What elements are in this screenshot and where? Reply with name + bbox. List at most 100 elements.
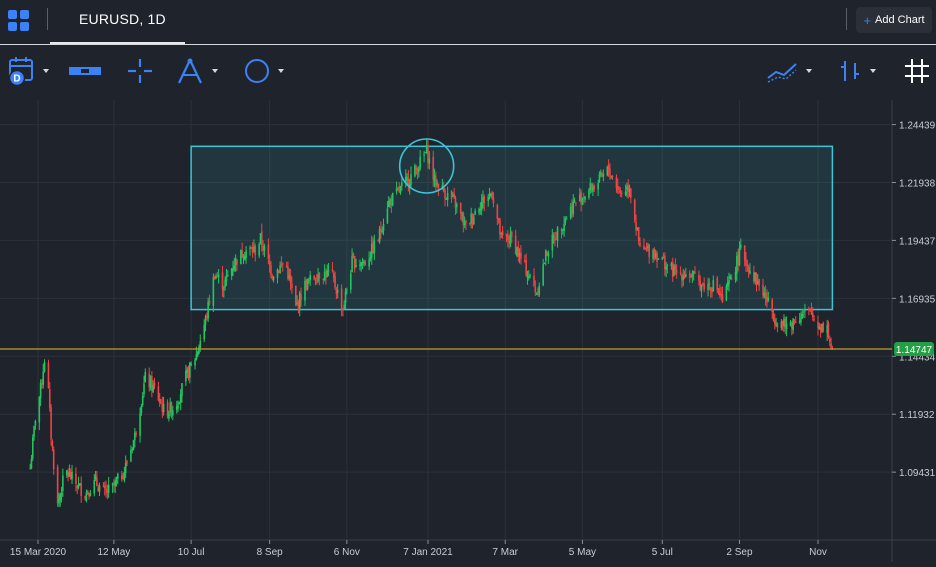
candle-body <box>198 347 200 354</box>
candle-body <box>435 176 437 187</box>
candle-body <box>774 319 776 325</box>
candle-body <box>313 276 315 280</box>
candle-body <box>793 320 796 322</box>
candle-body <box>98 485 101 492</box>
layout-grid-icon[interactable] <box>8 10 30 32</box>
candle-body <box>369 257 372 260</box>
candle-body <box>453 193 455 198</box>
candle-body <box>318 272 321 279</box>
candle-body <box>139 413 141 436</box>
divider <box>846 8 847 30</box>
candle-body <box>535 293 538 295</box>
bar-type-tool[interactable] <box>840 53 876 89</box>
candle-body <box>233 265 236 270</box>
calendar-icon: D <box>8 57 33 86</box>
candle-body <box>30 459 33 469</box>
candle-body <box>158 398 161 403</box>
candle-body <box>160 402 162 404</box>
time-tick-label: 2 Sep <box>726 547 753 558</box>
crosshair-tool[interactable] <box>127 53 153 89</box>
candle-body <box>260 231 263 246</box>
price-chart[interactable]: 1.24439 1.21938 1.19437 1.16935 1.14434 1.119… <box>0 100 936 562</box>
candle-body <box>207 301 209 319</box>
candle-body <box>221 272 224 290</box>
candle-body <box>355 264 357 267</box>
candle-body <box>75 473 77 484</box>
candle-body <box>190 363 192 366</box>
calendar-tool[interactable]: D <box>7 53 49 89</box>
grid-toggle-tool[interactable] <box>904 53 930 89</box>
candle-body <box>804 310 806 312</box>
candle-body <box>544 250 547 261</box>
candle-body <box>639 243 641 247</box>
candle-body <box>89 493 92 497</box>
candle-body <box>250 246 253 249</box>
candle-body <box>679 272 682 274</box>
candle-body <box>47 362 50 388</box>
candle-body <box>633 199 636 221</box>
chevron-down-icon[interactable] <box>278 69 284 73</box>
candle-body <box>177 404 179 409</box>
candle-body <box>657 258 660 260</box>
candle-body <box>351 255 353 273</box>
candle-body <box>382 223 385 232</box>
candle-body <box>822 322 825 331</box>
candle-body <box>309 275 312 280</box>
add-chart-button[interactable]: + Add Chart <box>856 7 932 33</box>
candle-body <box>665 266 667 270</box>
candle-body <box>56 467 59 504</box>
candle-body <box>533 275 535 286</box>
chevron-down-icon[interactable] <box>212 69 218 73</box>
candle-body <box>401 182 403 186</box>
candle-body <box>123 472 126 481</box>
candle-body <box>581 197 584 202</box>
candle-body <box>538 285 541 295</box>
candle-body <box>675 270 678 274</box>
candle-body <box>140 406 143 414</box>
indicators-tool[interactable] <box>766 53 812 89</box>
candle-body <box>446 193 449 200</box>
candle-body <box>105 488 107 491</box>
candle-body <box>776 323 779 328</box>
candle-body <box>428 158 431 164</box>
candle-body <box>281 263 284 265</box>
candle-body <box>50 407 52 440</box>
candle-body <box>801 313 804 319</box>
candle-body <box>602 173 605 177</box>
candle-body <box>300 294 302 301</box>
measure-tool[interactable] <box>68 53 102 89</box>
candle-body <box>85 492 88 501</box>
chevron-down-icon[interactable] <box>870 69 876 73</box>
candle-body <box>107 484 110 493</box>
candlestick-chart[interactable]: 1.244391.219381.194371.169351.144341.119… <box>0 100 936 562</box>
chevron-down-icon[interactable] <box>806 69 812 73</box>
candle-body <box>573 200 576 203</box>
candle-body <box>124 462 127 473</box>
candle-body <box>386 208 389 224</box>
candle-body <box>496 205 499 219</box>
candle-body <box>565 218 568 220</box>
candle-body <box>51 441 54 448</box>
candle-body <box>708 282 711 286</box>
fibonacci-tool[interactable] <box>176 53 218 89</box>
candle-body <box>126 461 128 464</box>
candle-body <box>327 270 330 272</box>
candle-body <box>33 426 35 437</box>
top-bar: EURUSD, 1D + Add Chart <box>0 0 936 44</box>
candle-body <box>487 196 490 201</box>
ellipse-icon <box>245 59 269 83</box>
candle-body <box>62 475 64 492</box>
candle-body <box>171 410 174 416</box>
chevron-down-icon[interactable] <box>43 69 49 73</box>
candle-body <box>391 193 394 206</box>
candle-body <box>48 389 51 408</box>
symbol-tab-label[interactable]: EURUSD, 1D <box>79 11 166 27</box>
fibonacci-icon <box>178 58 202 84</box>
candle-body <box>598 174 601 182</box>
candle-body <box>289 275 292 284</box>
candle-body <box>343 304 346 309</box>
candle-body <box>712 280 715 292</box>
candle-body <box>115 479 118 483</box>
candle-body <box>597 183 599 190</box>
ellipse-tool[interactable] <box>244 53 284 89</box>
